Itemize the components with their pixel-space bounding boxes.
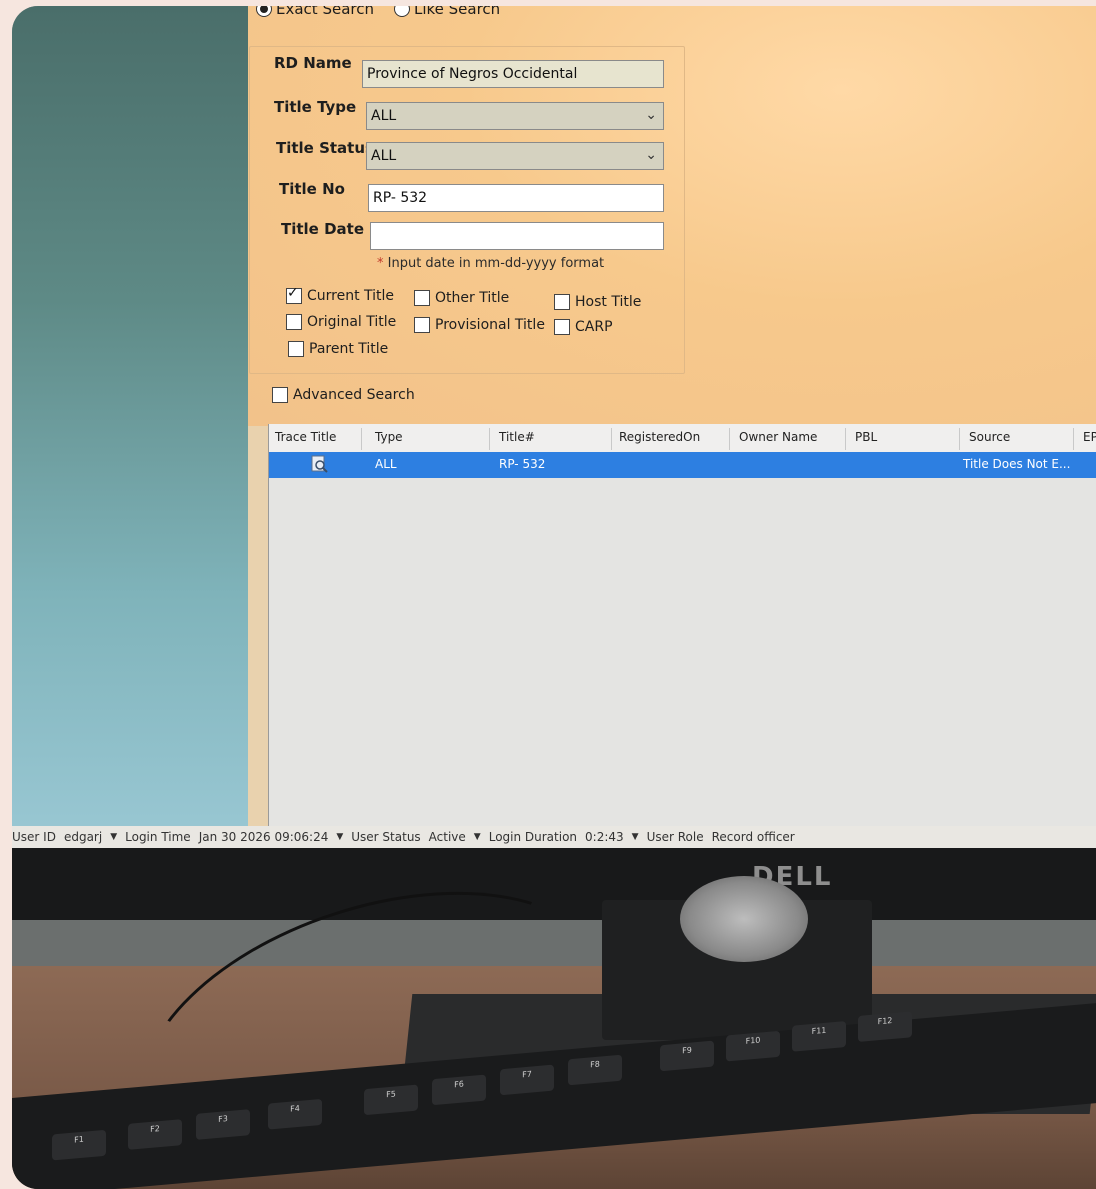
like-search-radio[interactable]: Like Search [393,6,501,18]
checkbox-icon [286,314,302,330]
host-title-checkbox[interactable]: Host Title [554,294,641,310]
exact-search-label: Exact Search [276,6,374,18]
title-type-label: Title Type [274,98,357,116]
user-status-label: User Status [351,830,421,844]
table-row[interactable]: ALL RP- 532 Title Does Not E... [269,452,1096,478]
parent-title-checkbox[interactable]: Parent Title [288,341,388,357]
key-f11: F11 [792,1021,846,1052]
checkbox-icon [272,387,288,403]
rd-name-label: RD Name [274,54,352,72]
title-date-label: Title Date [281,220,364,238]
key-f6: F6 [432,1074,486,1106]
user-id-label: User ID [12,830,56,844]
like-search-label: Like Search [413,6,501,18]
key-f8: F8 [568,1054,622,1086]
login-duration-value: 0:2:43 [585,830,624,844]
dropdown-arrow-icon: ▼ [110,832,118,842]
user-id-value: edgarj [63,830,103,844]
title-date-input[interactable] [370,222,664,250]
radio-unselected-icon [393,6,410,17]
title-status-value: ALL [371,148,397,164]
column-registered-on[interactable]: RegisteredOn [619,430,700,444]
checkbox-checked-icon [286,285,302,304]
date-format-hint: * Input date in mm-dd-yyyy format [377,256,605,271]
provisional-title-checkbox[interactable]: Provisional Title [414,317,545,333]
cell-title-no: RP- 532 [499,457,546,471]
login-time-value: Jan 30 2026 09:06:24 [198,830,329,844]
checkbox-icon [554,294,570,310]
title-no-input[interactable]: RP- 532 [368,184,664,212]
trace-document-icon[interactable] [309,454,329,474]
rd-name-field[interactable]: Province of Negros Occidental [362,60,664,88]
current-title-checkbox[interactable]: Current Title [286,285,394,304]
search-mode-group: Exact Search Like Search [256,6,500,18]
carp-checkbox[interactable]: CARP [554,319,613,335]
title-status-select[interactable]: ALL ⌄ [366,142,664,170]
chevron-down-icon: ⌄ [645,107,657,123]
stand-cutout [680,876,808,962]
key-f1: F1 [52,1129,106,1161]
app-edge [248,426,268,846]
column-ep[interactable]: EP [1083,430,1096,444]
dropdown-arrow-icon: ▼ [473,832,481,842]
monitor-screen: Exact Search Like Search RD Name Provinc… [12,6,1096,848]
cell-source: Title Does Not E... [963,457,1071,471]
column-pbl[interactable]: PBL [855,430,877,444]
key-f12: F12 [858,1011,912,1042]
dropdown-arrow-icon: ▼ [631,832,639,842]
key-f4: F4 [268,1098,322,1130]
title-type-value: ALL [371,108,397,124]
other-title-checkbox[interactable]: Other Title [414,290,509,306]
key-f3: F3 [196,1109,250,1140]
status-bar: User ID edgarj ▼ Login Time Jan 30 2026 … [12,826,1096,848]
key-f5: F5 [364,1084,418,1116]
column-type[interactable]: Type [375,430,403,444]
checkbox-icon [414,317,430,333]
key-f7: F7 [500,1064,554,1096]
photo-frame: Exact Search Like Search RD Name Provinc… [12,6,1096,1189]
column-title-no[interactable]: Title# [499,430,535,444]
checkbox-icon [554,319,570,335]
dropdown-arrow-icon: ▼ [336,832,344,842]
checkbox-icon [288,341,304,357]
title-type-select[interactable]: ALL ⌄ [366,102,664,130]
key-f2: F2 [128,1119,182,1150]
desktop-background [12,6,248,846]
advanced-search-checkbox[interactable]: Advanced Search [272,387,415,403]
title-no-label: Title No [279,180,345,198]
column-trace-title[interactable]: Trace Title [275,430,336,444]
exact-search-radio[interactable]: Exact Search [256,6,374,18]
login-duration-label: Login Duration [488,830,578,844]
column-source[interactable]: Source [969,430,1010,444]
login-time-label: Login Time [125,830,191,844]
column-owner-name[interactable]: Owner Name [739,430,817,444]
radio-selected-icon [256,6,272,17]
user-role-value: Record officer [711,830,795,844]
checkbox-icon [414,290,430,306]
key-f9: F9 [660,1040,714,1072]
chevron-down-icon: ⌄ [645,147,657,163]
user-status-value: Active [428,830,466,844]
grid-header: Trace Title Type Title# RegisteredOn Own… [269,424,1096,453]
original-title-checkbox[interactable]: Original Title [286,314,396,330]
cell-type: ALL [375,457,397,471]
title-status-label: Title Status [276,139,374,157]
key-f10: F10 [726,1030,780,1062]
user-role-label: User Role [646,830,704,844]
results-grid: Trace Title Type Title# RegisteredOn Own… [268,424,1096,846]
